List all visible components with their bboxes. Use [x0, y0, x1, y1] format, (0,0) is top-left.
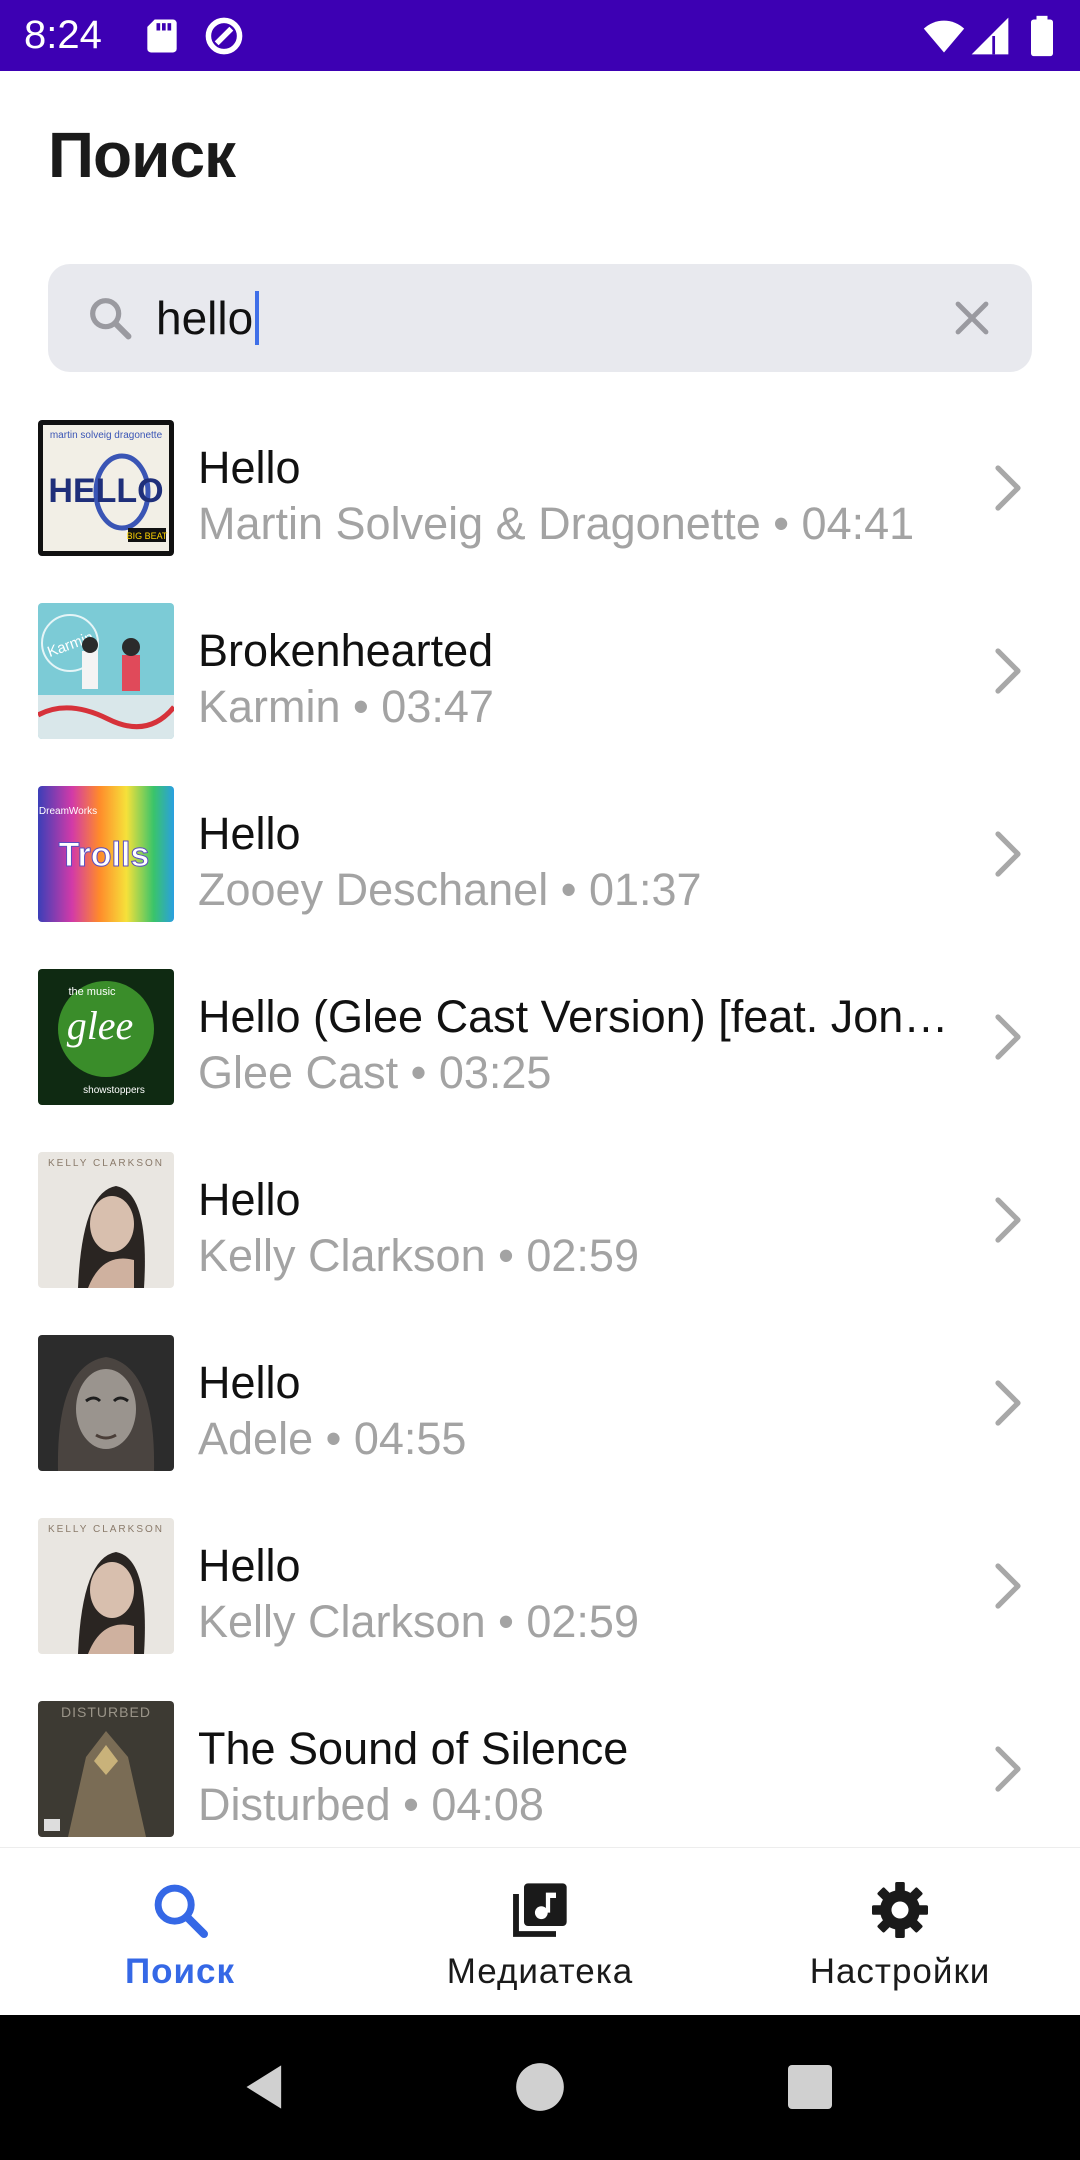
album-cover: DreamWorks Trolls [38, 786, 174, 922]
nav-label-search: Поиск [124, 1952, 236, 1991]
song-title: Hello [198, 808, 301, 859]
nav-label-library: Медиатека [446, 1952, 634, 1991]
cover-text: DreamWorks [39, 806, 97, 817]
result-row[interactable]: Karmin Brokenhearted Karmin • 03:47 [0, 603, 1080, 786]
album-cover: KELLY CLARKSON [38, 1152, 174, 1288]
chevron-right-icon [995, 831, 1021, 877]
search-field[interactable]: hello [48, 264, 1032, 372]
music-library-icon [513, 1883, 567, 1937]
cover-text: DISTURBED [61, 1704, 151, 1720]
system-navigation-bar [0, 2015, 1080, 2160]
battery-icon [1031, 15, 1053, 57]
recents-icon[interactable] [786, 2063, 834, 2111]
status-time: 8:24 [24, 13, 102, 57]
song-title: Brokenhearted [198, 625, 494, 676]
nav-tab-settings[interactable]: Настройки [720, 1848, 1080, 2016]
chevron-right-icon [995, 1563, 1021, 1609]
cover-text: KELLY CLARKSON [48, 1158, 164, 1169]
result-row[interactable]: KELLY CLARKSON Hello Kelly Clarkson • 02… [0, 1152, 1080, 1335]
result-row[interactable]: KELLY CLARKSON Hello Kelly Clarkson • 02… [0, 1518, 1080, 1701]
result-row[interactable]: DreamWorks Trolls Hello Zooey Deschanel … [0, 786, 1080, 969]
search-input-value: hello [156, 292, 254, 344]
song-title: Hello (Glee Cast Version) [feat. Jonat..… [198, 991, 968, 1042]
cover-text: KELLY CLARKSON [48, 1524, 164, 1535]
album-cover: the music glee showstoppers [38, 969, 174, 1105]
cover-text: martin solveig dragonette [50, 430, 163, 441]
nav-label-settings: Настройки [809, 1952, 991, 1991]
chevron-right-icon [995, 1746, 1021, 1792]
song-title: Hello [198, 1540, 301, 1591]
song-title: The Sound of Silence [198, 1723, 629, 1774]
song-meta: Martin Solveig & Dragonette • 04:41 [198, 498, 915, 549]
song-meta: Disturbed • 04:08 [198, 1779, 544, 1830]
chevron-right-icon [995, 1197, 1021, 1243]
nav-tab-search[interactable]: Поиск [0, 1848, 360, 2016]
bottom-navigation: Поиск Медиатека Настройки [0, 1847, 1080, 2015]
result-row[interactable]: the music glee showstoppers Hello (Glee … [0, 969, 1080, 1152]
song-meta: Kelly Clarkson • 02:59 [198, 1596, 639, 1647]
result-row[interactable]: martin solveig dragonette HELLO BIG BEAT… [0, 420, 1080, 603]
result-row[interactable]: Hello Adele • 04:55 [0, 1335, 1080, 1518]
chevron-right-icon [995, 1014, 1021, 1060]
song-meta: Karmin • 03:47 [198, 681, 494, 732]
sd-card-icon [147, 19, 177, 53]
album-cover: KELLY CLARKSON [38, 1518, 174, 1654]
song-meta: Zooey Deschanel • 01:37 [198, 864, 702, 915]
page-title: Поиск [48, 119, 236, 191]
clear-search-icon[interactable] [948, 294, 996, 342]
song-title: Hello [198, 1357, 301, 1408]
chevron-right-icon [995, 1380, 1021, 1426]
status-bar: 8:24 [0, 0, 1080, 71]
song-meta: Glee Cast • 03:25 [198, 1047, 552, 1098]
album-cover: Karmin [38, 603, 174, 739]
home-icon[interactable] [514, 2061, 566, 2113]
nav-tab-library[interactable]: Медиатека [360, 1848, 720, 2016]
cover-text: BIG BEAT [127, 531, 168, 541]
song-title: Hello [198, 442, 301, 493]
song-meta: Kelly Clarkson • 02:59 [198, 1230, 639, 1281]
search-input[interactable]: hello [156, 290, 260, 346]
search-icon [154, 1884, 208, 1938]
song-meta: Adele • 04:55 [198, 1413, 467, 1464]
text-cursor [255, 291, 260, 345]
cover-text: Trolls [59, 836, 150, 874]
cover-text: HELLO [48, 472, 163, 510]
chevron-right-icon [995, 465, 1021, 511]
search-icon [90, 298, 132, 340]
back-icon[interactable] [240, 2061, 292, 2113]
gear-icon [872, 1882, 928, 1938]
cover-text: glee [67, 1003, 134, 1048]
cover-text: showstoppers [83, 1085, 145, 1096]
song-title: Hello [198, 1174, 301, 1225]
data-saver-icon [205, 17, 243, 55]
album-cover: DISTURBED [38, 1701, 174, 1837]
wifi-icon [923, 20, 965, 53]
cover-text: the music [68, 986, 116, 998]
chevron-right-icon [995, 648, 1021, 694]
album-cover [38, 1335, 174, 1471]
album-cover: martin solveig dragonette HELLO BIG BEAT [38, 420, 174, 556]
signal-icon [971, 17, 1009, 55]
